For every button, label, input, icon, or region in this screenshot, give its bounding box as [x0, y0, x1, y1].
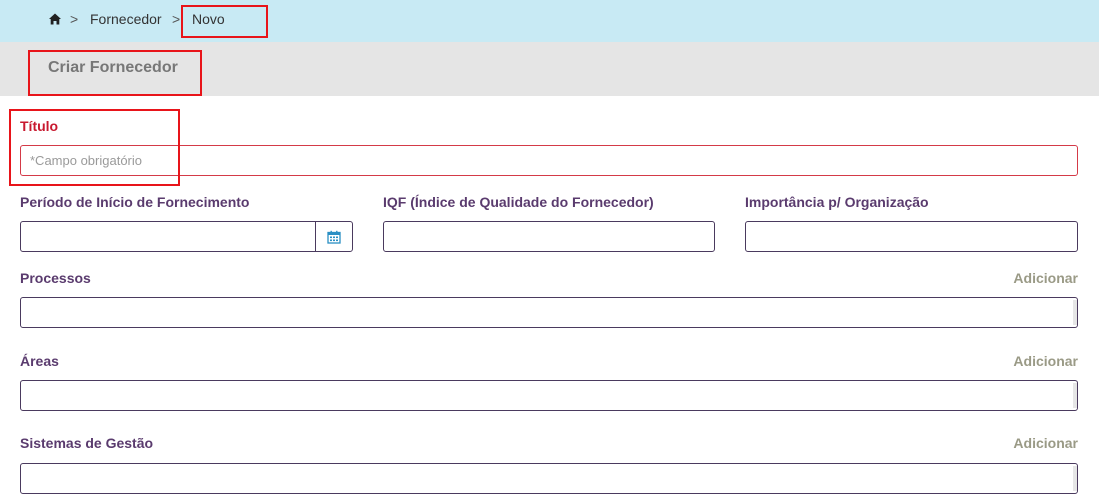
areas-add-link[interactable]: Adicionar [1013, 353, 1078, 369]
page-title: Criar Fornecedor [48, 59, 178, 76]
breadcrumb-fornecedor-link[interactable]: Fornecedor [90, 11, 162, 27]
processos-field[interactable] [20, 297, 1078, 328]
processos-label: Processos [20, 270, 91, 286]
processos-add-link[interactable]: Adicionar [1013, 270, 1078, 286]
sistemas-label: Sistemas de Gestão [20, 435, 154, 451]
periodo-label: Período de Início de Fornecimento [20, 194, 250, 210]
breadcrumb-separator: > [172, 11, 181, 27]
calendar-button[interactable] [315, 221, 353, 252]
breadcrumb-separator: > [70, 11, 79, 27]
iqf-input[interactable] [383, 221, 715, 252]
areas-field[interactable] [20, 380, 1078, 411]
sistemas-add-link[interactable]: Adicionar [1013, 435, 1078, 451]
breadcrumb-current-novo: Novo [192, 11, 225, 27]
home-icon[interactable] [48, 12, 62, 26]
breadcrumb: > Fornecedor > Novo [0, 0, 1099, 42]
sistemas-field[interactable] [20, 463, 1078, 494]
importancia-label: Importância p/ Organização [745, 194, 929, 210]
areas-label: Áreas [20, 353, 59, 369]
importancia-input[interactable] [745, 221, 1078, 252]
periodo-date-input[interactable] [20, 221, 316, 252]
calendar-icon [327, 230, 341, 244]
titulo-input[interactable] [20, 145, 1078, 176]
page-header: Criar Fornecedor [0, 42, 1099, 96]
titulo-label: Título [20, 118, 59, 134]
iqf-label: IQF (Índice de Qualidade do Fornecedor) [383, 194, 654, 210]
